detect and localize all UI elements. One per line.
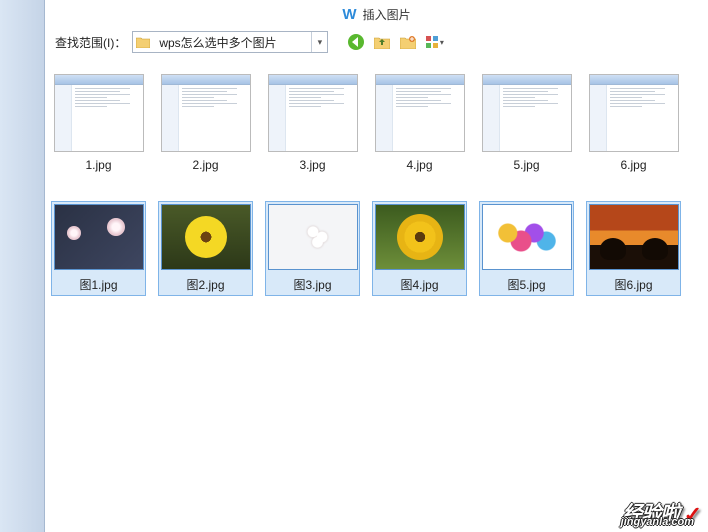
toolbar: 查找范围(I)： wps怎么选中多个图片 ▾ ▾	[45, 27, 708, 61]
watermark-domain: jingyanla.com	[621, 516, 694, 528]
file-thumbnail	[268, 74, 358, 152]
file-name: 2.jpg	[192, 158, 218, 172]
file-thumbnail	[589, 204, 679, 270]
image-icon	[269, 204, 357, 270]
file-thumbnail	[589, 74, 679, 152]
chevron-down-icon[interactable]: ▾	[311, 32, 327, 52]
image-icon	[376, 204, 464, 270]
file-thumbnail	[161, 204, 251, 270]
file-name: 4.jpg	[406, 158, 432, 172]
image-icon	[55, 204, 143, 270]
file-item[interactable]: 图1.jpg	[51, 201, 146, 296]
file-name: 图6.jpg	[614, 276, 652, 293]
file-item[interactable]: 图6.jpg	[586, 201, 681, 296]
file-thumbnail	[268, 204, 358, 270]
image-icon	[590, 204, 678, 270]
file-item[interactable]: 5.jpg	[479, 71, 574, 175]
watermark: 经验啦 ✓ jingyanla.com	[623, 497, 702, 526]
file-grid[interactable]: 1.jpg 2.jpg 3.jpg 4.jpg 5.jpg 6.jpg 图1.jpg 图2.…	[45, 61, 708, 532]
file-thumbnail	[161, 74, 251, 152]
file-name: 图5.jpg	[507, 276, 545, 293]
dialog-title: 插入图片	[363, 6, 411, 23]
file-thumbnail	[54, 74, 144, 152]
file-item[interactable]: 图4.jpg	[372, 201, 467, 296]
image-icon	[483, 204, 571, 270]
places-sidebar[interactable]	[0, 0, 45, 532]
file-item[interactable]: 1.jpg	[51, 71, 146, 175]
file-name: 1.jpg	[85, 158, 111, 172]
view-button[interactable]: ▾	[424, 32, 444, 52]
file-thumbnail	[54, 204, 144, 270]
file-item[interactable]: 图3.jpg	[265, 201, 360, 296]
wps-logo-icon: W	[342, 6, 356, 23]
file-name: 图4.jpg	[400, 276, 438, 293]
file-thumbnail	[375, 204, 465, 270]
folder-icon	[133, 36, 153, 48]
file-item[interactable]: 图5.jpg	[479, 201, 574, 296]
file-item[interactable]: 4.jpg	[372, 71, 467, 175]
file-thumbnail	[375, 74, 465, 152]
file-item[interactable]: 2.jpg	[158, 71, 253, 175]
folder-new-button[interactable]	[398, 32, 418, 52]
chevron-down-icon: ▾	[440, 38, 444, 47]
file-item[interactable]: 图2.jpg	[158, 201, 253, 296]
file-name: 图2.jpg	[186, 276, 224, 293]
file-name: 5.jpg	[513, 158, 539, 172]
dialog-main: W 插入图片 查找范围(I)： wps怎么选中多个图片 ▾ ▾	[45, 0, 708, 532]
file-name: 3.jpg	[299, 158, 325, 172]
dialog-title-row: W 插入图片	[45, 0, 708, 27]
file-thumbnail	[482, 204, 572, 270]
lookin-label: 查找范围(I)：	[55, 34, 126, 51]
lookin-combo[interactable]: wps怎么选中多个图片 ▾	[132, 31, 328, 53]
back-button[interactable]	[346, 32, 366, 52]
lookin-path: wps怎么选中多个图片	[153, 34, 311, 51]
folder-up-button[interactable]	[372, 32, 392, 52]
image-icon	[162, 204, 250, 270]
file-thumbnail	[482, 74, 572, 152]
file-item[interactable]: 6.jpg	[586, 71, 681, 175]
file-name: 图1.jpg	[79, 276, 117, 293]
file-name: 图3.jpg	[293, 276, 331, 293]
file-name: 6.jpg	[620, 158, 646, 172]
file-item[interactable]: 3.jpg	[265, 71, 360, 175]
